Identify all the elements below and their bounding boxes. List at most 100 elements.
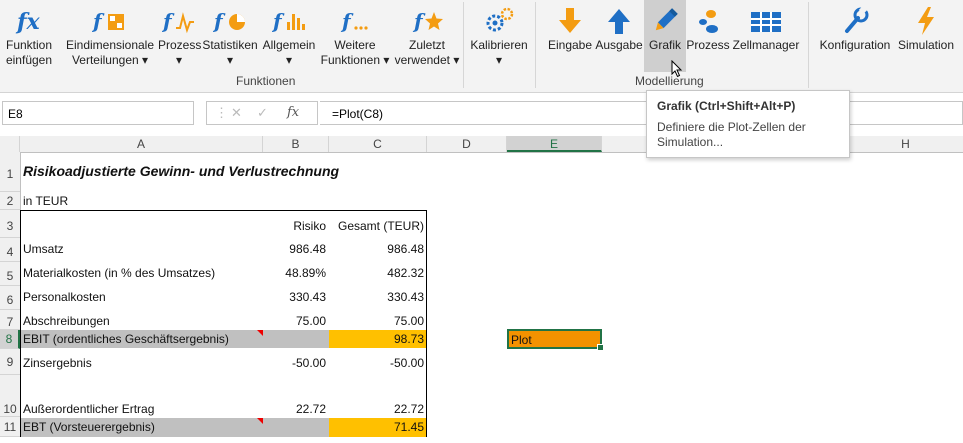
fill-handle[interactable]: [597, 344, 604, 351]
row-header[interactable]: 11: [0, 417, 20, 437]
row-header[interactable]: 9: [0, 349, 20, 375]
row-label: EBIT (ordentliches Geschäftsergebnis): [23, 332, 229, 346]
svg-text:f: f: [340, 9, 354, 33]
cell-manager-button[interactable]: Zellmanager: [730, 0, 802, 72]
header-risk: Risiko: [293, 219, 326, 233]
unit-label: in TEUR: [23, 194, 69, 208]
row-label: EBT (Vorsteuerergebnis): [23, 420, 155, 434]
risk-value: 330.43: [289, 290, 326, 304]
plot-cell-e8[interactable]: Plot: [507, 329, 604, 351]
sheet-title: Risikoadjustierte Gewinn- und Verlustrec…: [23, 163, 340, 179]
svg-text:fx: fx: [15, 9, 40, 35]
row-label: Außerordentlicher Ertrag: [23, 402, 155, 416]
tooltip-description: Definiere die Plot-Zellen der Simulation…: [657, 120, 806, 149]
risk-value: -50.00: [291, 356, 326, 370]
process-button[interactable]: f Prozess ▾: [158, 0, 201, 72]
wrench-icon: [816, 0, 894, 36]
calibrate-button[interactable]: Kalibrieren ▾: [466, 0, 532, 72]
ribbon-separator: [535, 2, 536, 88]
dots-icon: ⋮: [215, 105, 228, 120]
risk-value: 75.00: [295, 314, 326, 328]
insert-function-button[interactable]: fx Funktion einfügen: [0, 0, 58, 72]
group-label-funktionen: Funktionen: [236, 74, 296, 88]
distribution-cube-icon: f: [62, 0, 158, 36]
output-button[interactable]: Ausgabe: [594, 0, 644, 72]
plot-cell-text: Plot: [511, 333, 532, 347]
column-header-d[interactable]: D: [427, 136, 507, 152]
fx-icon[interactable]: fx: [287, 105, 299, 120]
more-functions-button[interactable]: f Weitere Funktionen ▾: [320, 0, 390, 72]
total-value: 71.45: [393, 420, 424, 434]
configuration-button[interactable]: Konfiguration: [816, 0, 894, 72]
select-all-corner[interactable]: [0, 136, 20, 152]
row-label: Zinsergebnis: [23, 356, 92, 370]
row-headers: 1 2 3 4 5 6 7 8 9 10 11: [0, 152, 21, 437]
row-label: Personalkosten: [23, 290, 106, 304]
risk-value: 48.89%: [285, 266, 326, 280]
formula-buttons: ⋮ ✕ ✓ fx: [206, 101, 318, 125]
row-header[interactable]: 7: [0, 310, 20, 330]
input-button[interactable]: Eingabe: [546, 0, 594, 72]
tooltip-title: Grafik (Ctrl+Shift+Alt+P): [657, 99, 796, 113]
mouse-cursor-icon: [671, 59, 683, 83]
cell-grid-icon: [730, 0, 802, 36]
input-arrow-down-icon: [546, 0, 594, 36]
pencil-icon: [644, 0, 686, 36]
svg-text:f: f: [162, 9, 175, 33]
lightning-icon: [895, 0, 957, 36]
enter-icon[interactable]: ✓: [257, 105, 268, 121]
more-functions-icon: f: [320, 0, 390, 36]
svg-text:f: f: [412, 9, 426, 33]
column-header-a[interactable]: A: [20, 136, 263, 152]
process-dots-icon: [686, 0, 730, 36]
column-header-c[interactable]: C: [329, 136, 427, 152]
recent-star-icon: f: [392, 0, 462, 36]
ribbon-separator: [808, 2, 809, 88]
process-model-button[interactable]: Prozess: [686, 0, 730, 72]
general-button[interactable]: f Allgemein ▾: [260, 0, 318, 72]
svg-text:f: f: [92, 9, 105, 33]
gears-icon: [466, 0, 532, 36]
process-fx-icon: f: [158, 0, 200, 36]
tooltip: Grafik (Ctrl+Shift+Alt+P) Definiere die …: [646, 90, 850, 158]
row-header[interactable]: 10: [0, 375, 20, 417]
column-header-b[interactable]: B: [263, 136, 329, 152]
univariate-distributions-button[interactable]: f Eindimensionale Verteilungen ▾: [62, 0, 158, 72]
row-header[interactable]: 3: [0, 210, 20, 238]
fx-icon: fx: [0, 0, 58, 36]
row-header[interactable]: 1: [0, 152, 20, 192]
comment-marker: [257, 330, 263, 336]
output-arrow-up-icon: [594, 0, 644, 36]
row-header[interactable]: 5: [0, 262, 20, 286]
total-value: 482.32: [387, 266, 424, 280]
total-value: 330.43: [387, 290, 424, 304]
column-header-h[interactable]: H: [848, 136, 963, 152]
svg-text:f: f: [213, 9, 226, 33]
risk-value: 986.48: [289, 242, 326, 256]
general-fx-icon: f: [260, 0, 318, 36]
total-value: 22.72: [393, 402, 424, 416]
ribbon-separator: [463, 2, 464, 88]
row-header[interactable]: 6: [0, 286, 20, 310]
statistics-button[interactable]: f Statistiken ▾: [201, 0, 259, 72]
row-label: Materialkosten (in % des Umsatzes): [23, 266, 216, 280]
row-label: Abschreibungen: [23, 314, 110, 328]
total-value: -50.00: [389, 356, 424, 370]
total-value: 986.48: [387, 242, 424, 256]
header-total: Gesamt (TEUR): [337, 219, 424, 233]
svg-text:f: f: [272, 9, 285, 33]
column-header-e[interactable]: E: [507, 136, 602, 152]
row-header[interactable]: 8: [0, 330, 20, 349]
name-box[interactable]: E8: [2, 101, 194, 125]
recently-used-button[interactable]: f Zuletzt verwendet ▾: [392, 0, 462, 72]
risk-value: 22.72: [295, 402, 326, 416]
row-header[interactable]: 4: [0, 238, 20, 262]
total-value: 75.00: [393, 314, 424, 328]
statistics-fx-icon: f: [201, 0, 259, 36]
formula-input[interactable]: =Plot(C8): [320, 101, 963, 125]
simulation-button[interactable]: Simulation: [895, 0, 957, 72]
cancel-icon[interactable]: ✕: [231, 105, 242, 121]
total-value: 98.73: [393, 332, 424, 346]
row-header[interactable]: 2: [0, 192, 20, 210]
comment-marker: [257, 418, 263, 424]
